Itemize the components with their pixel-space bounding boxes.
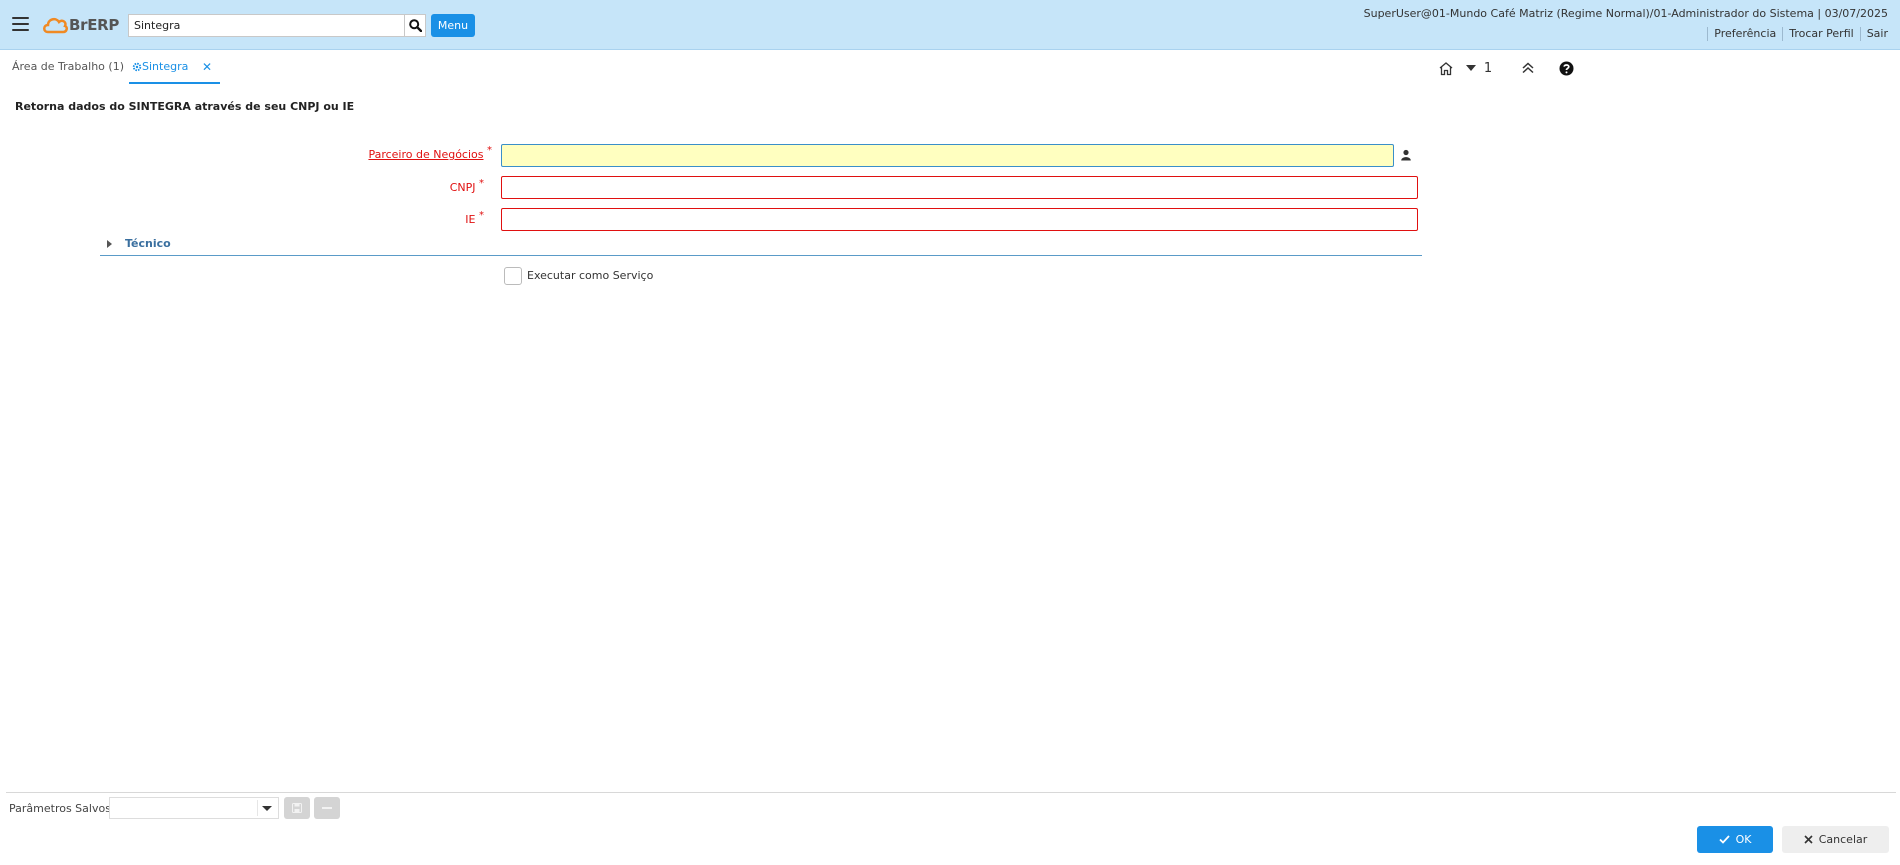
logout-link[interactable]: Sair <box>1859 27 1894 41</box>
ok-label: OK <box>1735 833 1752 846</box>
chevron-down-icon[interactable] <box>262 806 272 811</box>
business-partner-label-text[interactable]: Parceiro de Negócios <box>368 148 483 161</box>
tab-sintegra-label: Sintegra <box>142 60 189 73</box>
help-icon[interactable] <box>1557 59 1575 77</box>
search-icon <box>408 19 422 32</box>
home-icon[interactable] <box>1437 59 1455 77</box>
tab-bar: Área de Trabalho (1) Sintegra ✕ <box>0 51 1900 85</box>
user-icon[interactable] <box>1400 149 1412 161</box>
required-mark: * <box>487 145 492 156</box>
check-icon <box>1718 835 1730 844</box>
save-params-button[interactable] <box>284 797 310 819</box>
run-as-service-label[interactable]: Executar como Serviço <box>527 269 653 282</box>
menu-search-input[interactable] <box>128 14 404 37</box>
menu-button[interactable]: Menu <box>431 14 475 37</box>
logo-text: BrERP <box>69 16 120 34</box>
technical-section-header[interactable]: Técnico <box>100 236 1422 256</box>
gear-icon <box>132 62 142 72</box>
cancel-button[interactable]: Cancelar <box>1782 826 1889 853</box>
tab-workspace[interactable]: Área de Trabalho (1) <box>12 58 124 84</box>
run-as-service-checkbox[interactable] <box>504 267 522 285</box>
save-icon <box>292 803 302 813</box>
header-links: Preferência Trocar Perfil Sair <box>1707 27 1894 41</box>
business-partner-label[interactable]: Parceiro de Negócios * <box>368 145 492 161</box>
tab-sintegra[interactable]: Sintegra ✕ <box>129 58 220 84</box>
required-mark: * <box>479 210 484 221</box>
search-button[interactable] <box>404 14 426 37</box>
close-icon <box>1804 835 1813 844</box>
cnpj-field[interactable] <box>501 176 1418 199</box>
saved-params-select[interactable] <box>109 797 279 819</box>
preference-link[interactable]: Preferência <box>1707 27 1782 41</box>
cnpj-label: CNPJ * <box>449 178 484 194</box>
footer-divider <box>6 792 1896 793</box>
select-separator <box>257 800 258 816</box>
ok-button[interactable]: OK <box>1697 826 1773 853</box>
user-context-info: SuperUser@01-Mundo Café Matriz (Regime N… <box>1363 7 1888 20</box>
chevron-down-icon[interactable] <box>1466 59 1476 77</box>
delete-params-button[interactable] <box>314 797 340 819</box>
technical-section-label[interactable]: Técnico <box>125 237 171 250</box>
cancel-label: Cancelar <box>1818 833 1868 846</box>
brerp-logo[interactable]: BrERP <box>42 13 119 37</box>
process-description: Retorna dados do SINTEGRA através de seu… <box>15 100 355 113</box>
expand-arrow-icon[interactable] <box>107 240 112 248</box>
window-count[interactable]: 1 <box>1481 59 1495 77</box>
saved-params-label: Parâmetros Salvos <box>9 802 111 815</box>
ie-label: IE * <box>465 210 484 226</box>
close-tab-icon[interactable]: ✕ <box>202 58 212 76</box>
cloud-logo-icon <box>43 17 68 34</box>
app-header: BrERP Menu SuperUser@01-Mundo Café Matri… <box>0 0 1900 50</box>
ie-label-text: IE <box>465 213 476 226</box>
business-partner-field[interactable] <box>501 144 1394 167</box>
ie-field[interactable] <box>501 208 1418 231</box>
switch-profile-link[interactable]: Trocar Perfil <box>1782 27 1859 41</box>
double-chevron-up-icon[interactable] <box>1519 59 1537 77</box>
required-mark: * <box>479 178 484 189</box>
hamburger-icon[interactable] <box>12 17 29 31</box>
minus-icon <box>322 807 332 809</box>
cnpj-label-text: CNPJ <box>449 181 476 194</box>
